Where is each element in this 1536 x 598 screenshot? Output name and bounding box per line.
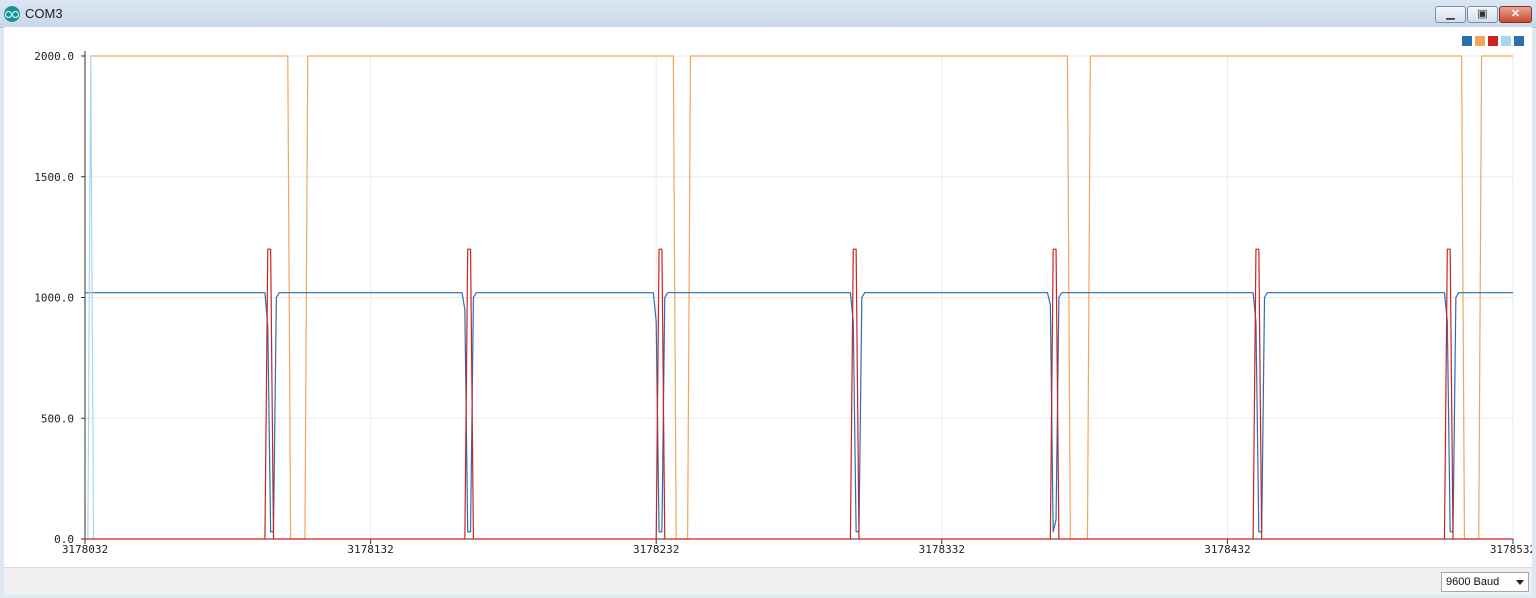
title-bar: COM3 ▁ ▣ ✕ [0,0,1536,28]
baud-rate-select[interactable]: 9600 Baud [1441,572,1529,592]
legend-swatch [1475,36,1485,46]
x-tick-label: 3178032 [62,543,108,556]
series-line-0 [85,292,1513,533]
x-tick-label: 3178532 [1490,543,1532,556]
arduino-icon [4,6,20,22]
legend-swatch [1501,36,1511,46]
baud-rate-value: 9600 Baud [1446,576,1500,588]
y-tick-label: 1500.0 [34,171,74,184]
legend-swatch [1514,36,1524,46]
x-tick-label: 3178332 [919,543,965,556]
close-button[interactable]: ✕ [1499,6,1532,23]
y-tick-label: 1000.0 [34,292,74,305]
y-tick-label: 2000.0 [34,50,74,63]
dropdown-arrow-icon [1516,580,1524,585]
plotter-area: 0.0 500.0 1000.0 1500.0 2000.0 3178032 3178132… [4,27,1532,594]
status-bar [4,567,1532,595]
maximize-button[interactable]: ▣ [1467,6,1498,23]
y-tick-label: 500.0 [41,412,74,425]
legend-swatch [1488,36,1498,46]
minimize-button[interactable]: ▁ [1435,6,1466,23]
serial-plot: 0.0500.01000.01500.02000.03178032 3178132… [34,36,1532,556]
x-tick-label: 3178432 [1204,543,1250,556]
x-tick-label: 3178232 [633,543,679,556]
window-title: COM3 [25,6,63,21]
legend-swatch [1462,36,1472,46]
x-tick-label: 3178132 [347,543,393,556]
